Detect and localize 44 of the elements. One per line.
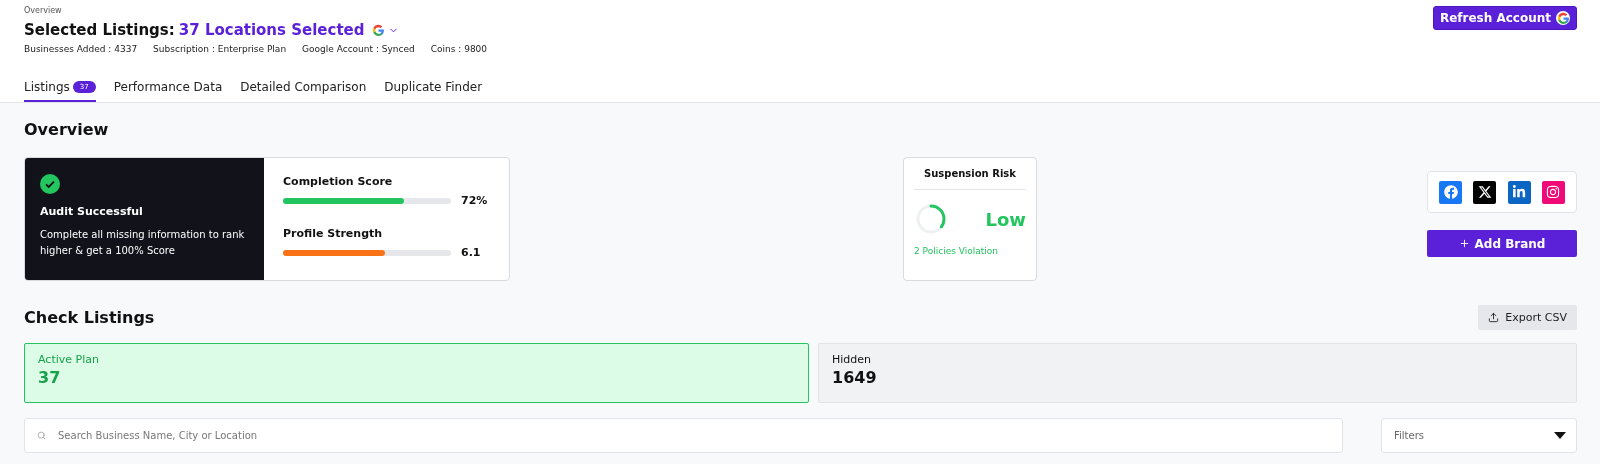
- google-icon: [1556, 11, 1570, 25]
- account-stat: Subscription : Enterprise Plan: [153, 44, 287, 54]
- plan-card[interactable]: Hidden 1649: [818, 343, 1577, 403]
- breadcrumb: Overview: [24, 6, 63, 15]
- selection-link[interactable]: 37 Locations Selected: [178, 21, 365, 39]
- facebook-icon[interactable]: [1439, 180, 1463, 204]
- tab[interactable]: Duplicate Finder: [384, 80, 483, 102]
- google-icon: [372, 23, 386, 37]
- plan-count: 37: [38, 368, 62, 387]
- refresh-account-button[interactable]: Refresh Account: [1432, 6, 1577, 30]
- instagram-icon[interactable]: [1541, 180, 1565, 204]
- plus-icon: [1458, 238, 1470, 249]
- tab[interactable]: Detailed Comparison: [240, 80, 367, 102]
- score-value: 72%: [461, 194, 488, 207]
- search-bar[interactable]: Search Business Name, City or Location: [24, 418, 1343, 453]
- violation-note: 2 Policies Violation: [914, 246, 999, 256]
- tab[interactable]: Performance Data: [113, 80, 223, 102]
- card-title: Suspension Risk: [914, 168, 1026, 190]
- score-label: Completion Score: [283, 175, 394, 188]
- linkedin-icon[interactable]: [1507, 180, 1531, 204]
- add-brand-button[interactable]: Add Brand: [1427, 230, 1577, 257]
- account-stat: Coins : 9800: [430, 44, 488, 54]
- plan-label: Hidden: [832, 353, 873, 366]
- caret-icon: [1554, 431, 1566, 440]
- plan-count: 1649: [832, 368, 878, 387]
- search-field[interactable]: Search Business Name, City or Location: [56, 429, 1330, 442]
- account-stat: Google Account : Synced: [302, 44, 415, 54]
- section-title: Check Listings: [24, 308, 155, 327]
- filters-dropdown[interactable]: Filters: [1381, 418, 1577, 453]
- audit-message: Complete all missing information to rank higher & get a 100% Score: [40, 228, 246, 258]
- plan-label: Active Plan: [38, 353, 100, 366]
- section-title: Overview: [24, 120, 110, 139]
- upload-icon: [1488, 312, 1500, 323]
- export-csv-button[interactable]: Export CSV: [1478, 305, 1577, 330]
- account-stat: Businesses Added : 4337: [24, 44, 138, 54]
- x-icon[interactable]: [1473, 180, 1497, 204]
- score-value: 6.1: [461, 246, 481, 259]
- page-title: Selected Listings:: [24, 21, 175, 39]
- risk-level: Low: [985, 208, 1026, 230]
- audit-title: Audit Successful: [40, 205, 144, 218]
- check-circle-icon: [40, 174, 60, 194]
- score-label: Profile Strength: [283, 227, 384, 240]
- risk-gauge: [914, 202, 948, 236]
- search-icon: [37, 431, 46, 440]
